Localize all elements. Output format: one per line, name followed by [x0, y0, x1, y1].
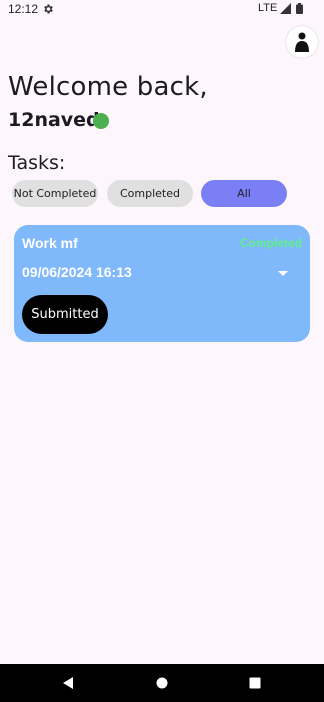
filter-not-completed-button[interactable]: Not Completed [12, 180, 98, 207]
status-bar: 12:12 LTE [0, 0, 324, 20]
filter-all-button[interactable]: All [201, 180, 287, 207]
task-status: Completed [239, 236, 302, 250]
welcome-heading: Welcome back, [8, 72, 208, 102]
network-type: LTE [258, 2, 278, 14]
battery-icon [296, 3, 303, 14]
task-datetime: 09/06/2024 16:13 [22, 264, 132, 280]
home-icon[interactable] [156, 677, 168, 689]
system-nav-bar [0, 664, 324, 702]
tasks-label: Tasks: [8, 152, 66, 174]
status-time: 12:12 [8, 2, 39, 16]
cell-signal-icon [280, 3, 291, 14]
profile-avatar-button[interactable] [286, 26, 318, 58]
username: 12naved [8, 109, 100, 131]
recents-icon[interactable] [249, 677, 261, 689]
online-status-dot [93, 113, 109, 129]
dropdown-arrow-icon[interactable] [276, 268, 290, 278]
filter-completed-button[interactable]: Completed [107, 180, 193, 207]
submitted-button[interactable]: Submitted [22, 295, 108, 334]
task-card[interactable]: Work mf Completed 09/06/2024 16:13 Submi… [14, 225, 310, 342]
person-icon [295, 32, 309, 52]
back-icon[interactable] [61, 676, 75, 690]
settings-gear-icon [44, 4, 53, 14]
task-title: Work mf [22, 235, 78, 251]
